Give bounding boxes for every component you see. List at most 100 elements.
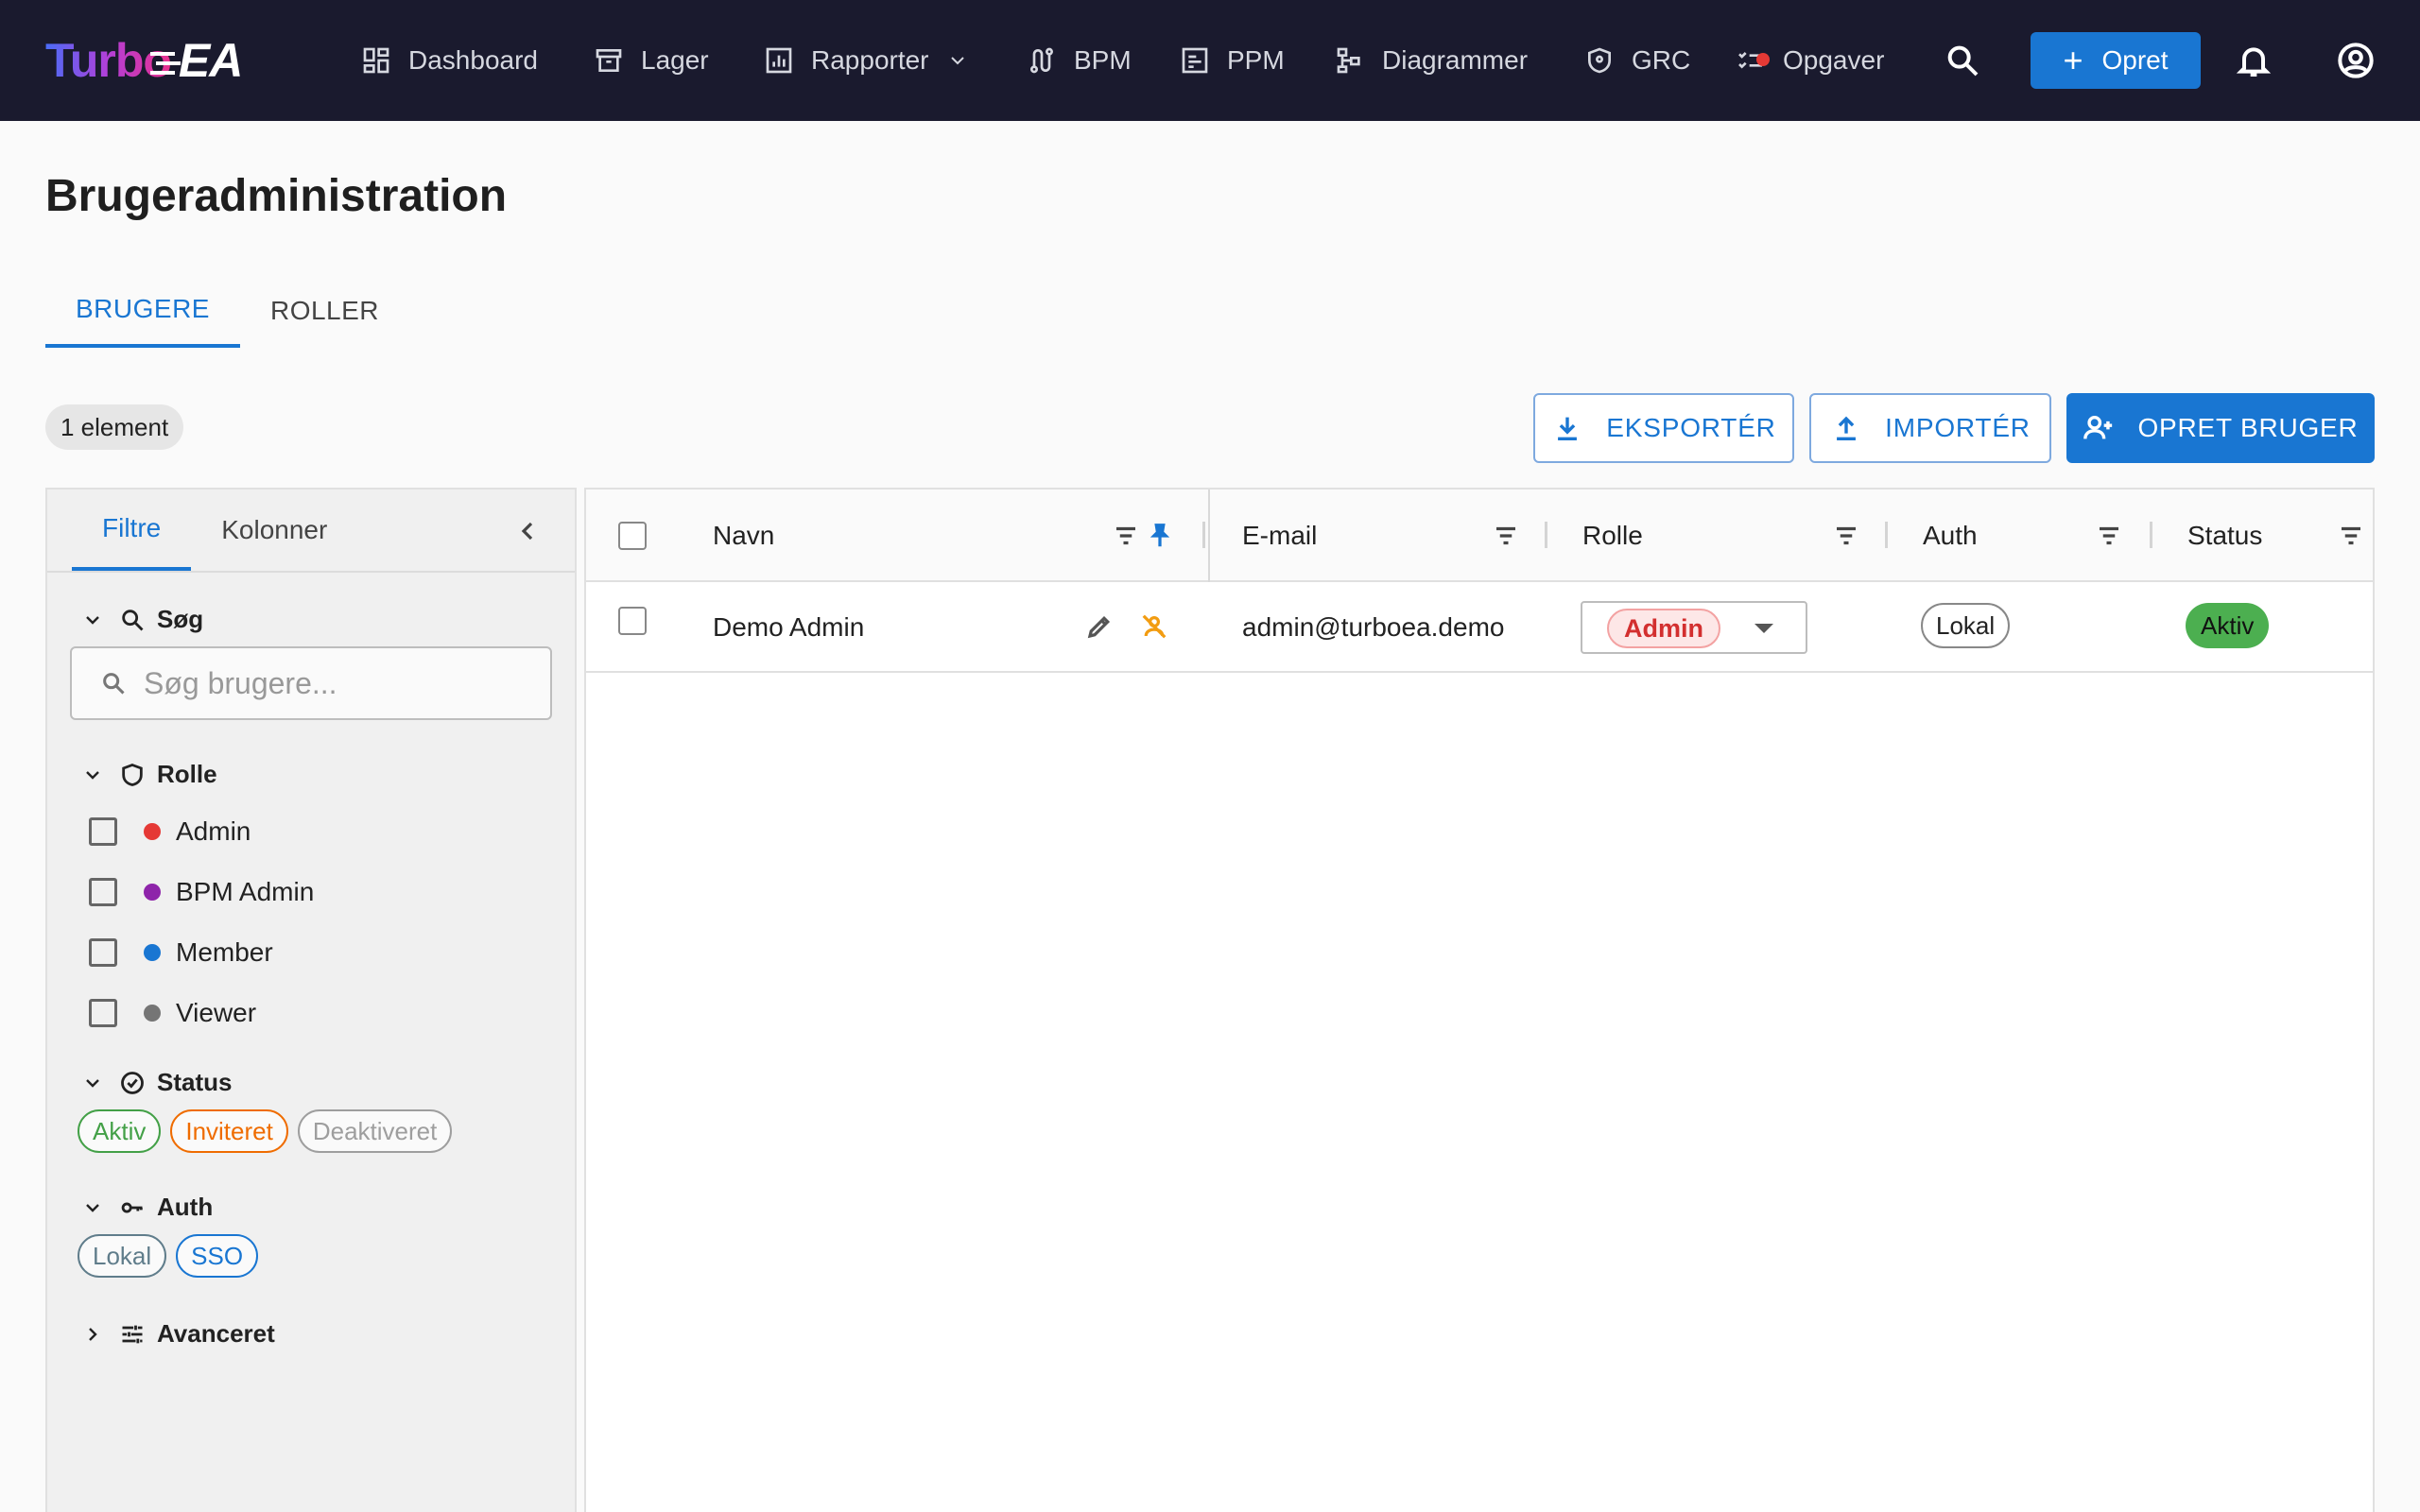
auth-chip-lokal[interactable]: Lokal [78,1234,167,1278]
role-filter-label: Admin [176,816,251,846]
role-filter-label: Viewer [176,998,257,1027]
nav-ppm-label: PPM [1227,45,1285,75]
edit-pencil-icon[interactable] [1085,612,1114,641]
filter-icon[interactable] [2095,522,2123,550]
section-status-header[interactable]: Status [81,1068,232,1097]
import-button-label: IMPORTÉR [1885,413,2031,442]
tab-roller[interactable]: ROLLER [240,274,409,348]
nav-ppm[interactable]: PPM [1180,30,1285,91]
cell-name: Demo Admin [713,582,864,673]
plus-icon: + [2063,41,2083,79]
auth-badge: Lokal [1921,603,2011,648]
export-button[interactable]: EKSPORTÉR [1533,393,1794,463]
role-color-dot [144,884,161,901]
checkbox[interactable] [89,999,117,1027]
row-checkbox[interactable] [618,607,647,635]
nav-grc-label: GRC [1632,45,1691,75]
status-chip-deaktiveret[interactable]: Deaktiveret [297,1109,453,1153]
column-separator[interactable] [1545,522,1547,548]
filter-icon[interactable] [1492,522,1520,550]
notification-dot [1756,53,1770,66]
column-header-navn[interactable]: Navn [713,490,774,582]
role-filter-label: BPM Admin [176,877,315,906]
role-filter-admin[interactable]: Admin [89,816,251,847]
logo-text-turbo: Turbo [45,34,172,87]
chevron-down-icon [86,1078,99,1088]
nav-opgaver-label: Opgaver [1783,45,1885,75]
filter-icon[interactable] [2337,522,2365,550]
status-chip-aktiv[interactable]: Aktiv [78,1109,162,1153]
filter-icon[interactable] [1112,522,1140,550]
create-button-label: Opret [2101,45,2169,75]
dashboard-icon [363,47,389,74]
tab-brugere[interactable]: BRUGERE [45,274,240,348]
person-add-icon [2083,415,2113,439]
search-button[interactable] [1936,34,1989,87]
section-advanced-header[interactable]: Avanceret [81,1319,275,1349]
chevron-down-icon [86,615,99,625]
create-user-button[interactable]: OPRET BRUGER [2066,393,2375,463]
column-header-auth[interactable]: Auth [1923,490,1978,582]
role-color-dot [144,944,161,961]
nav-bpm[interactable]: BPM [1027,30,1132,91]
notifications-button[interactable] [2227,34,2280,87]
auth-chip-sso[interactable]: SSO [176,1234,259,1278]
role-filter-viewer[interactable]: Viewer [89,998,256,1028]
nav-lager[interactable]: Lager [594,30,709,91]
tab-filtre[interactable]: Filtre [72,490,192,571]
grid-header-row: Navn E-mail Rolle Auth Status [586,490,2373,582]
checkbox[interactable] [89,938,117,967]
section-auth-title: Auth [157,1193,214,1221]
role-filter-member[interactable]: Member [89,937,273,968]
app-logo[interactable]: Turbo EA [45,30,243,91]
column-header-label: E-mail [1242,521,1318,550]
nav-grc[interactable]: GRC [1584,30,1690,91]
create-button[interactable]: + Opret [2031,32,2201,89]
diagram-icon [1337,47,1360,74]
column-header-status[interactable]: Status [2187,490,2262,582]
column-header-email[interactable]: E-mail [1242,490,1317,582]
column-separator[interactable] [1202,522,1205,548]
nav-dashboard[interactable]: Dashboard [361,30,538,91]
import-button[interactable]: IMPORTÉR [1809,393,2051,463]
nav-opgaver[interactable]: Opgaver [1736,30,1884,91]
search-icon [122,609,144,630]
project-icon [1182,47,1208,74]
column-separator[interactable] [1885,522,1888,548]
account-button[interactable] [2329,34,2382,87]
section-auth-header[interactable]: Auth [81,1193,213,1222]
column-separator[interactable] [2150,522,2152,548]
table-row[interactable]: Demo Admin admin@turboea.demo Admin Loka… [586,582,2373,673]
nav-rapporter-label: Rapporter [811,45,929,75]
section-role-header[interactable]: Rolle [81,760,217,789]
section-search-title: Søg [157,605,204,633]
section-search-header[interactable]: Søg [81,605,203,634]
chevron-down-icon [86,770,99,780]
filter-icon[interactable] [1832,522,1860,550]
checkbox[interactable] [89,878,117,906]
nav-rapporter[interactable]: Rapporter [764,30,969,91]
tab-kolonner[interactable]: Kolonner [191,490,357,571]
user-search-input[interactable]: Søg brugere... [70,646,552,720]
cell-email: admin@turboea.demo [1242,582,1504,673]
dropdown-arrow-icon [1754,624,1773,633]
chevron-left-icon[interactable] [512,516,543,546]
chevron-right-icon [89,1327,97,1341]
column-header-rolle[interactable]: Rolle [1582,490,1643,582]
bell-icon [2236,47,2272,77]
select-all-checkbox[interactable] [618,522,647,550]
role-filter-bpm-admin[interactable]: BPM Admin [89,877,314,907]
deactivate-user-icon[interactable] [1140,612,1168,641]
role-select[interactable]: Admin [1581,601,1807,654]
search-icon [1947,45,1979,77]
checkbox[interactable] [89,817,117,846]
role-chip-admin: Admin [1607,609,1720,648]
section-advanced-title: Avanceret [157,1319,275,1348]
column-header-label: Rolle [1582,521,1643,550]
nav-diagrammer[interactable]: Diagrammer [1335,30,1528,91]
chevron-down-icon [950,57,964,65]
status-chip-inviteret[interactable]: Inviteret [170,1109,288,1153]
pin-icon[interactable] [1146,522,1174,550]
report-icon [766,47,792,74]
archive-icon [596,49,622,72]
